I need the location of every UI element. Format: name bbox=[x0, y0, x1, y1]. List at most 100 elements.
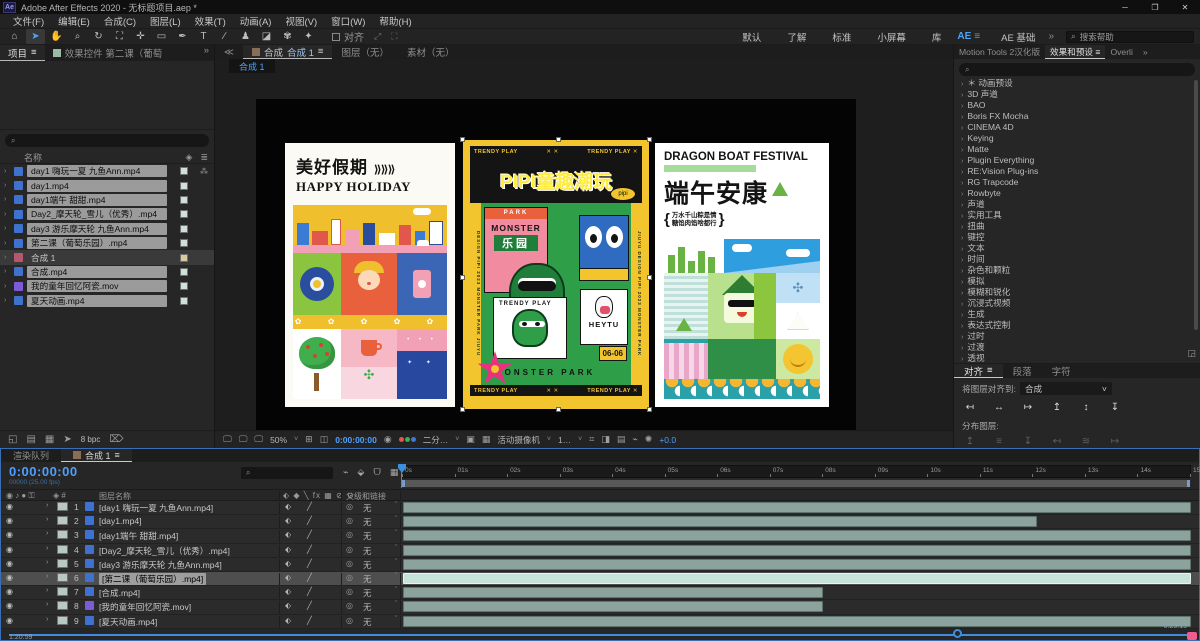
pixel-aspect-icon[interactable]: ⌗ bbox=[589, 434, 594, 445]
twirl-icon[interactable]: › bbox=[961, 213, 963, 220]
effect-category[interactable]: › 时间 bbox=[954, 254, 1200, 265]
timeline-layer-row[interactable]: ◉ › 8 [我的童年回忆阿瓷.mov] ⬖ ╱ ◎ 无 ˇ bbox=[1, 600, 1199, 615]
twirl-icon[interactable]: › bbox=[46, 587, 48, 594]
panel-overflow-icon[interactable]: » bbox=[1138, 45, 1153, 59]
zoom-tool[interactable]: ⌕ bbox=[68, 29, 87, 44]
fx-switch-icon[interactable]: ╱ bbox=[307, 545, 312, 554]
align-to-dropdown[interactable]: 合成 ˅ bbox=[1019, 382, 1112, 395]
project-item[interactable]: › day1端午 甜甜.mp4 bbox=[0, 193, 214, 207]
layer-duration-bar[interactable] bbox=[403, 544, 1191, 556]
help-search-box[interactable]: ⌕ 搜索帮助 bbox=[1066, 30, 1194, 43]
menu-item-图层L[interactable]: 图层(L) bbox=[143, 14, 188, 28]
quality-switch-icon[interactable]: ⬖ bbox=[285, 601, 291, 610]
timeline-layer-row[interactable]: ◉ › 1 [day1 嗨玩一夏 九鱼Ann.mp4] ⬖ ╱ ◎ 无 ˇ bbox=[1, 501, 1199, 516]
shy-icon[interactable]: ᗜ bbox=[373, 467, 380, 478]
fx-switch-icon[interactable]: ╱ bbox=[307, 573, 312, 582]
twirl-icon[interactable]: › bbox=[961, 92, 963, 99]
menu-item-窗口W[interactable]: 窗口(W) bbox=[324, 14, 372, 28]
parent-dropdown[interactable]: 无 bbox=[363, 573, 372, 585]
twirl-icon[interactable]: › bbox=[4, 254, 14, 261]
twirl-icon[interactable]: › bbox=[4, 268, 14, 275]
workspace-小屏幕[interactable]: 小屏幕 bbox=[864, 30, 919, 44]
minimize-button[interactable]: ─ bbox=[1110, 0, 1140, 14]
resolution-dropdown[interactable]: 二分… bbox=[423, 434, 449, 446]
label-color-chip[interactable] bbox=[57, 502, 68, 511]
pickwhip-icon[interactable]: ◎ bbox=[346, 616, 353, 625]
effect-category[interactable]: › 实用工具 bbox=[954, 210, 1200, 221]
eraser-tool[interactable]: ◪ bbox=[257, 29, 276, 44]
always-preview-icon[interactable]: 🖵 bbox=[223, 434, 232, 445]
current-time-display[interactable]: 0:00:00:00 bbox=[9, 464, 78, 479]
timeline-zoom-scrollbar[interactable] bbox=[9, 633, 1189, 636]
layer-duration-bar[interactable] bbox=[403, 530, 1191, 542]
twirl-icon[interactable]: › bbox=[46, 502, 48, 509]
layer-duration-bar[interactable] bbox=[403, 502, 1191, 513]
workspace-了解[interactable]: 了解 bbox=[774, 30, 819, 44]
roto-brush-tool[interactable]: ✾ bbox=[278, 29, 297, 44]
quality-switch-icon[interactable]: ⬖ bbox=[285, 559, 291, 568]
effect-category[interactable]: › Plugin Everything bbox=[954, 155, 1200, 166]
twirl-icon[interactable]: › bbox=[961, 224, 963, 231]
poster-dragon-boat-festival[interactable]: DRAGON BOAT FESTIVAL 端午安康 { 万水千山粽是情 糖馅肉馅啥… bbox=[655, 143, 829, 407]
type-tool[interactable]: T bbox=[194, 29, 213, 44]
pickwhip-icon[interactable]: ◎ bbox=[346, 573, 353, 582]
label-color-chip[interactable] bbox=[180, 210, 188, 219]
label-color-chip[interactable] bbox=[180, 195, 188, 204]
layer-name[interactable]: [day1 嗨玩一夏 九鱼Ann.mp4] bbox=[99, 502, 213, 514]
twirl-icon[interactable]: › bbox=[961, 180, 963, 187]
color-depth-button[interactable]: 8 bpc bbox=[81, 435, 101, 444]
quality-switch-icon[interactable]: ⬖ bbox=[285, 545, 291, 554]
selection-handle[interactable] bbox=[647, 407, 652, 412]
twirl-icon[interactable]: › bbox=[961, 81, 963, 88]
twirl-icon[interactable]: › bbox=[46, 545, 48, 552]
twirl-icon[interactable]: › bbox=[961, 235, 963, 242]
effect-category[interactable]: › 模拟 bbox=[954, 276, 1200, 287]
effect-category[interactable]: › CINEMA 4D bbox=[954, 122, 1200, 133]
frame-blend-icon[interactable]: ▦ bbox=[390, 467, 399, 478]
workspace-menu-icon[interactable]: ≡ bbox=[974, 31, 988, 42]
project-item[interactable]: › day1 嗨玩一夏 九鱼Ann.mp4 ⁂ bbox=[0, 164, 214, 178]
visibility-eye-icon[interactable]: ◉ bbox=[6, 587, 13, 596]
view-layout-dropdown[interactable]: 1… bbox=[558, 435, 571, 445]
layer-duration-bar[interactable] bbox=[403, 601, 823, 613]
menu-item-视图V[interactable]: 视图(V) bbox=[278, 14, 324, 28]
parent-dropdown[interactable]: 无 bbox=[363, 516, 372, 528]
tab-composition[interactable]: 合成 合成 1 ≡ bbox=[242, 45, 333, 59]
twirl-icon[interactable]: › bbox=[961, 147, 963, 154]
workspace-overflow-icon[interactable]: » bbox=[1048, 31, 1062, 42]
interpret-footage-icon[interactable]: ◱ bbox=[8, 434, 17, 445]
pickwhip-icon[interactable]: ◎ bbox=[346, 502, 353, 511]
label-color-chip[interactable] bbox=[57, 544, 68, 554]
workspace-库[interactable]: 库 bbox=[919, 30, 955, 44]
project-item[interactable]: › 夏天动画.mp4 bbox=[0, 294, 214, 308]
label-color-chip[interactable] bbox=[57, 516, 68, 526]
twirl-icon[interactable]: › bbox=[46, 601, 48, 608]
home-tool[interactable]: ⌂ bbox=[5, 29, 24, 44]
pickwhip-icon[interactable]: ◎ bbox=[346, 601, 353, 610]
visibility-eye-icon[interactable]: ◉ bbox=[6, 559, 13, 568]
menu-item-帮助H[interactable]: 帮助(H) bbox=[372, 14, 418, 28]
fx-switch-icon[interactable]: ╱ bbox=[307, 616, 312, 625]
visibility-eye-icon[interactable]: ◉ bbox=[6, 616, 13, 625]
pickwhip-icon[interactable]: ◎ bbox=[346, 530, 353, 539]
twirl-icon[interactable]: › bbox=[961, 356, 963, 363]
label-color-chip[interactable] bbox=[57, 615, 68, 625]
twirl-icon[interactable]: › bbox=[4, 283, 14, 290]
pickwhip-icon[interactable]: ◎ bbox=[346, 545, 353, 554]
twirl-icon[interactable]: › bbox=[961, 125, 963, 132]
tab-character[interactable]: 字符 bbox=[1042, 364, 1081, 378]
project-search-input[interactable]: ⌕ bbox=[5, 134, 209, 147]
project-item[interactable]: › day3 游乐摩天轮 九鱼Ann.mp4 bbox=[0, 222, 214, 236]
twirl-icon[interactable]: › bbox=[961, 290, 963, 297]
visibility-eye-icon[interactable]: ◉ bbox=[6, 601, 13, 610]
selection-tool[interactable]: ➤ bbox=[26, 29, 45, 44]
timeline-layer-row[interactable]: ◉ › 5 [day3 游乐摩天轮 九鱼Ann.mp4] ⬖ ╱ ◎ 无 ˇ bbox=[1, 557, 1199, 572]
effect-category[interactable]: › Rowbyte bbox=[954, 188, 1200, 199]
zoom-level-dropdown[interactable]: 50% bbox=[270, 435, 287, 445]
layer-name[interactable]: [第二课（葡萄乐园）.mp4] bbox=[99, 572, 207, 585]
distribute-v-center-icon[interactable]: ≡ bbox=[991, 435, 1007, 448]
distribute-right-icon[interactable]: ↦ bbox=[1107, 435, 1123, 448]
region-of-interest-icon[interactable]: ▣ bbox=[466, 434, 475, 445]
reset-exposure-icon[interactable]: ✺ bbox=[645, 434, 653, 445]
twirl-icon[interactable]: › bbox=[961, 257, 963, 264]
